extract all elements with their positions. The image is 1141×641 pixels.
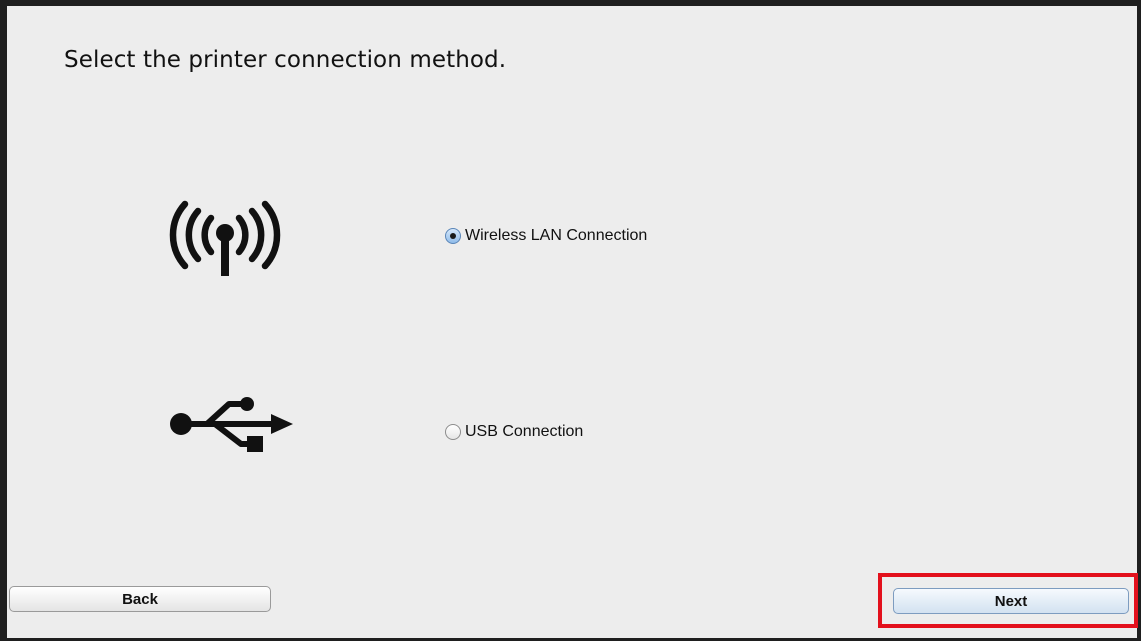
installer-window: Select the printer connection method. Wi… bbox=[0, 0, 1141, 641]
usb-option[interactable]: USB Connection bbox=[445, 423, 583, 441]
wireless-lan-option[interactable]: Wireless LAN Connection bbox=[445, 227, 647, 245]
page-title: Select the printer connection method. bbox=[64, 47, 507, 73]
next-button[interactable]: Next bbox=[893, 588, 1129, 614]
usb-icon bbox=[167, 386, 297, 458]
wireless-icon bbox=[155, 196, 295, 286]
wireless-lan-radio[interactable] bbox=[445, 228, 461, 244]
wireless-lan-label[interactable]: Wireless LAN Connection bbox=[465, 227, 647, 245]
back-button[interactable]: Back bbox=[9, 586, 271, 612]
usb-radio[interactable] bbox=[445, 424, 461, 440]
usb-label[interactable]: USB Connection bbox=[465, 423, 583, 441]
